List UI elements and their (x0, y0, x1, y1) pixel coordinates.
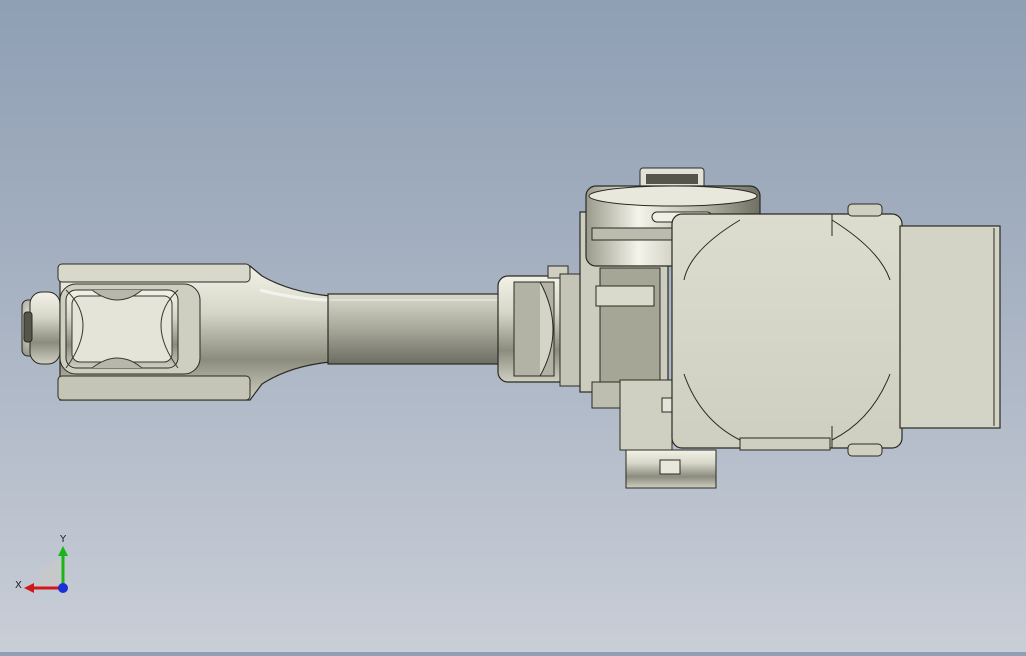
wrist-end-cap (21, 291, 61, 365)
axis-triad: Y X (12, 528, 82, 598)
forearm-shaft (327, 293, 501, 365)
base-motor-housing (671, 203, 1001, 457)
robot-arm-model[interactable] (0, 0, 1026, 652)
z-axis-dot (58, 583, 68, 593)
x-axis-label: X (15, 580, 22, 591)
elbow-joint (497, 265, 591, 387)
y-axis-label: Y (59, 534, 67, 545)
cad-viewport[interactable] (0, 0, 1026, 652)
forearm-fork (57, 263, 331, 401)
